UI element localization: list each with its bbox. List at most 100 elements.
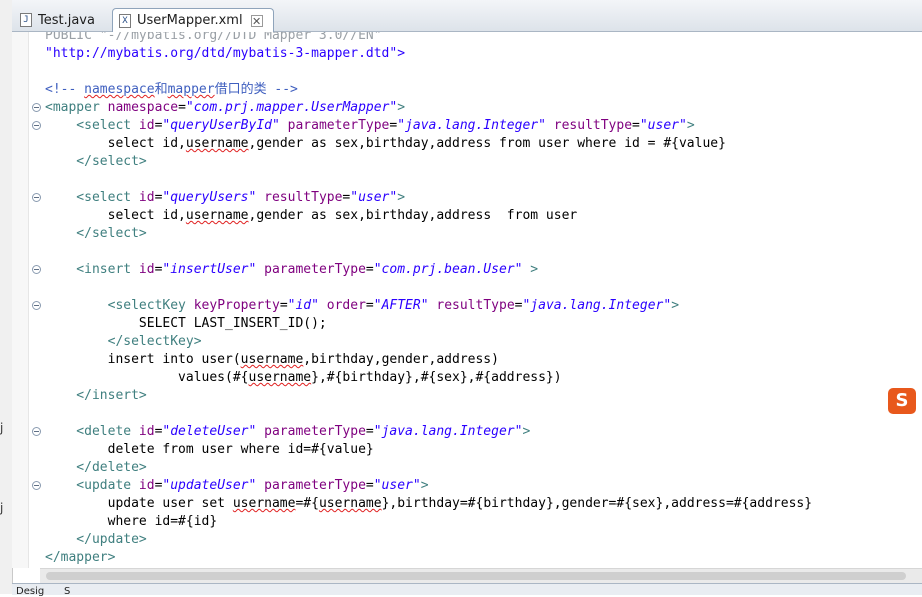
code-line[interactable]: delete from user where id=#{value} xyxy=(45,441,812,459)
code-line[interactable] xyxy=(45,63,812,81)
code-token: "updateUser" xyxy=(162,478,257,493)
code-token: </select> xyxy=(45,226,147,241)
code-token: namespace xyxy=(107,100,179,115)
tab-design[interactable]: Desig xyxy=(16,586,44,597)
code-token: parameterType xyxy=(256,424,366,439)
fold-toggle-icon[interactable] xyxy=(32,193,41,202)
code-token: id xyxy=(138,478,155,493)
code-token: "user" xyxy=(373,478,421,493)
xml-editor[interactable]: PUBLIC "-//mybatis.org//DTD Mapper 3.0//… xyxy=(12,32,922,568)
scrollbar-thumb[interactable] xyxy=(46,572,906,580)
code-line[interactable]: PUBLIC "-//mybatis.org//DTD Mapper 3.0//… xyxy=(45,32,812,45)
code-token: id xyxy=(138,262,155,277)
code-token: parameterType xyxy=(256,262,366,277)
code-token: = xyxy=(365,424,374,439)
code-token: resultType xyxy=(256,190,343,205)
left-panel-fragment: j xyxy=(0,501,4,515)
fold-toggle-icon[interactable] xyxy=(32,481,41,490)
code-token: </delete> xyxy=(45,460,147,475)
code-token: </insert> xyxy=(45,388,147,403)
code-token: username xyxy=(248,370,312,385)
code-token: select id, xyxy=(45,136,186,151)
code-token: ,birthday,gender,address) xyxy=(303,352,499,367)
code-token: "insertUser" xyxy=(162,262,257,277)
code-token: "java.lang.Integer" xyxy=(373,424,523,439)
sogou-ime-icon[interactable]: S xyxy=(888,388,916,414)
tab-test-java[interactable]: J Test.java xyxy=(14,9,110,31)
code-line[interactable] xyxy=(45,279,812,297)
code-line[interactable]: </select> xyxy=(45,225,812,243)
code-line[interactable]: <insert id="insertUser" parameterType="c… xyxy=(45,261,812,279)
code-token: > xyxy=(522,424,531,439)
tab-usermapper-xml[interactable]: X UserMapper.xml ✕ xyxy=(112,8,274,32)
code-token: > xyxy=(397,100,406,115)
code-token: 借口的类 --> xyxy=(214,82,298,97)
code-line[interactable]: <selectKey keyProperty="id" order="AFTER… xyxy=(45,297,812,315)
close-tab-icon[interactable]: ✕ xyxy=(250,14,263,27)
code-line[interactable]: insert into user(username,birthday,gende… xyxy=(45,351,812,369)
fold-toggle-icon[interactable] xyxy=(32,427,41,436)
left-panel-fragment: j xyxy=(0,421,4,435)
code-line[interactable] xyxy=(45,171,812,189)
editor-bottom-tabs: Desig S xyxy=(12,583,922,597)
code-token: = xyxy=(632,118,640,133)
code-token: PUBLIC "-//mybatis.org//DTD Mapper 3.0//… xyxy=(45,32,382,43)
fold-toggle-icon[interactable] xyxy=(32,265,41,274)
code-line[interactable]: </select> xyxy=(45,153,812,171)
code-token: insert into user( xyxy=(45,352,241,367)
code-line[interactable]: </insert> xyxy=(45,387,812,405)
code-token: "user" xyxy=(350,190,398,205)
code-line[interactable]: </update> xyxy=(45,531,812,549)
code-token: update user set xyxy=(45,496,233,511)
code-token: <select xyxy=(45,118,139,133)
code-token: <select xyxy=(45,190,139,205)
code-line[interactable]: "http://mybatis.org/dtd/mybatis-3-mapper… xyxy=(45,45,812,63)
code-line[interactable]: <update id="updateUser" parameterType="u… xyxy=(45,477,812,495)
code-line[interactable]: select id,username,gender as sex,birthda… xyxy=(45,135,812,153)
code-token: values(#{ xyxy=(45,370,249,385)
code-token: > xyxy=(397,190,406,205)
horizontal-scrollbar[interactable] xyxy=(40,568,922,583)
code-token: "queryUsers" xyxy=(162,190,257,205)
code-token: "com.prj.bean.User" xyxy=(373,262,523,277)
code-line[interactable]: <select id = "queryUserById" parameterType… xyxy=(45,117,812,135)
code-token: resultType xyxy=(428,298,515,313)
code-line[interactable]: </mapper> xyxy=(45,549,812,567)
code-line[interactable]: <mapper namespace="com.prj.mapper.UserMa… xyxy=(45,99,812,117)
code-token: <selectKey xyxy=(45,298,194,313)
code-token: "queryUserById" xyxy=(162,118,280,133)
code-line[interactable]: update user set username=#{username},bir… xyxy=(45,495,812,513)
code-line[interactable]: <!-- namespace和mapper借口的类 --> xyxy=(45,81,812,99)
fold-toggle-icon[interactable] xyxy=(32,121,41,130)
code-token: select id, xyxy=(45,208,186,223)
code-line[interactable] xyxy=(45,243,812,261)
code-token: where id=#{id} xyxy=(45,514,218,529)
code-line[interactable]: values(#{username},#{birthday},#{sex},#{… xyxy=(45,369,812,387)
code-token: </select> xyxy=(45,154,147,169)
code-token: = xyxy=(365,298,374,313)
tab-label: UserMapper.xml xyxy=(137,13,243,28)
code-token: namespace xyxy=(84,82,155,97)
code-line[interactable]: select id,username,gender as sex,birthda… xyxy=(45,207,812,225)
code-line[interactable]: where id=#{id} xyxy=(45,513,812,531)
code-line[interactable] xyxy=(45,405,812,423)
code-line[interactable]: </selectKey> xyxy=(45,333,812,351)
code-line[interactable]: </delete> xyxy=(45,459,812,477)
code-line[interactable]: SELECT LAST_INSERT_ID(); xyxy=(45,315,812,333)
code-token: username xyxy=(240,352,304,367)
code-token: > xyxy=(522,262,539,277)
code-area[interactable]: PUBLIC "-//mybatis.org//DTD Mapper 3.0//… xyxy=(45,32,812,567)
code-token: > xyxy=(671,298,680,313)
code-line[interactable]: <select id="queryUsers" resultType="user… xyxy=(45,189,812,207)
code-token: keyProperty xyxy=(193,298,280,313)
code-token: },birthday=#{birthday},gender=#{sex},add… xyxy=(381,496,813,511)
code-token: "java.lang.Integer" xyxy=(522,298,672,313)
fold-toggle-icon[interactable] xyxy=(32,301,41,310)
tab-source[interactable]: S xyxy=(64,586,70,597)
code-token: id xyxy=(138,190,155,205)
code-line[interactable]: <delete id="deleteUser" parameterType="j… xyxy=(45,423,812,441)
code-token: "http://mybatis.org/dtd/mybatis-3-mapper… xyxy=(45,46,406,61)
code-token: </mapper> xyxy=(45,550,116,565)
fold-toggle-icon[interactable] xyxy=(32,103,41,112)
code-token: =#{ xyxy=(295,496,319,511)
